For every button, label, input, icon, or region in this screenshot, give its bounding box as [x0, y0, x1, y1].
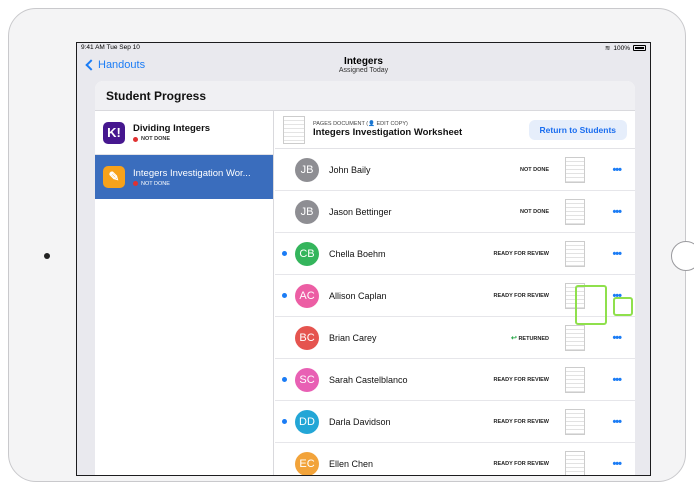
student-status: READY FOR REVIEW	[493, 376, 549, 383]
sidebar-item-dividing-integers[interactable]: K! Dividing Integers NOT DONE	[95, 111, 273, 155]
page-subtitle: Assigned Today	[338, 67, 389, 74]
home-button[interactable]	[671, 241, 694, 271]
student-name: Brian Carey	[329, 332, 377, 343]
student-row[interactable]: CB Chella Boehm READY FOR REVIEW •••	[275, 233, 635, 275]
student-status: NOT DONE	[519, 166, 549, 173]
avatar: CB	[295, 241, 319, 266]
status-dot-icon	[133, 136, 138, 142]
work-thumbnail[interactable]	[565, 366, 585, 393]
nav-title: Integers Assigned Today	[77, 56, 650, 74]
camera	[44, 253, 50, 259]
avatar: JB	[295, 157, 319, 182]
status-dot-icon	[133, 181, 138, 186]
unread-dot-icon	[282, 377, 287, 382]
sidebar-item-title: Dividing Integers	[133, 123, 211, 134]
student-name: Jason Bettinger	[329, 206, 392, 217]
student-row[interactable]: SC Sarah Castelblanco READY FOR REVIEW •••	[275, 359, 635, 401]
student-status: READY FOR REVIEW	[493, 418, 549, 425]
unread-dot-icon	[282, 251, 287, 256]
avatar: DD	[295, 409, 319, 434]
work-thumbnail[interactable]	[565, 408, 585, 435]
work-thumbnail[interactable]	[565, 198, 585, 225]
ipad-frame: 9:41 AM Tue Sep 10 ≋ 100% Handouts Integ…	[8, 8, 694, 482]
panel-title: Student Progress	[95, 81, 635, 111]
document-header: PAGES DOCUMENT (👤 EDIT COPY) Integers In…	[275, 111, 635, 149]
avatar: JB	[295, 199, 319, 224]
returned-icon: ↩	[511, 334, 517, 342]
more-icon[interactable]: •••	[612, 332, 622, 344]
work-thumbnail[interactable]	[565, 450, 585, 475]
activity-sidebar: K! Dividing Integers NOT DONE ✎ Integers…	[95, 111, 274, 475]
nav-bar: Handouts Integers Assigned Today	[77, 53, 650, 81]
page-title: Integers	[344, 56, 383, 67]
more-icon[interactable]: •••	[612, 248, 622, 260]
screen: 9:41 AM Tue Sep 10 ≋ 100% Handouts Integ…	[76, 42, 651, 476]
sidebar-item-status: NOT DONE	[141, 180, 170, 187]
student-status: READY FOR REVIEW	[493, 292, 549, 299]
student-status: READY FOR REVIEW	[493, 250, 549, 257]
unread-dot-icon	[282, 293, 287, 298]
battery-icon	[633, 45, 646, 51]
status-time: 9:41 AM Tue Sep 10	[81, 44, 140, 51]
student-name: Sarah Castelblanco	[329, 374, 408, 385]
student-row[interactable]: JB Jason Bettinger NOT DONE •••	[275, 191, 635, 233]
student-name: Chella Boehm	[329, 248, 386, 259]
status-bar: 9:41 AM Tue Sep 10 ≋ 100%	[77, 43, 650, 53]
pages-icon: ✎	[103, 166, 125, 188]
avatar: SC	[295, 367, 319, 392]
sidebar-item-status: NOT DONE	[141, 136, 171, 142]
student-status: NOT DONE	[519, 208, 549, 215]
student-progress-panel: Student Progress K! Dividing Integers NO…	[95, 81, 635, 475]
wifi-icon: ≋	[604, 45, 611, 52]
work-thumbnail[interactable]	[565, 156, 585, 183]
work-thumbnail[interactable]	[565, 324, 585, 351]
student-name: John Baily	[329, 164, 371, 175]
more-icon[interactable]: •••	[612, 206, 622, 218]
highlight-thumbnail	[575, 285, 607, 325]
student-row[interactable]: DD Darla Davidson READY FOR REVIEW •••	[275, 401, 635, 443]
return-to-students-button[interactable]: Return to Students	[528, 120, 627, 140]
student-row[interactable]: EC Ellen Chen READY FOR REVIEW •••	[275, 443, 635, 475]
unread-dot-icon	[282, 419, 287, 424]
document-title: Integers Investigation Worksheet	[313, 127, 463, 138]
student-name: Darla Davidson	[329, 416, 391, 427]
more-icon[interactable]: •••	[612, 458, 622, 470]
document-thumbnail[interactable]	[283, 115, 305, 144]
avatar: EC	[295, 451, 319, 475]
student-row[interactable]: JB John Baily NOT DONE •••	[275, 149, 635, 191]
more-icon[interactable]: •••	[612, 164, 622, 176]
avatar: BC	[295, 325, 319, 350]
student-name: Ellen Chen	[329, 458, 374, 469]
sidebar-item-integers-investigation[interactable]: ✎ Integers Investigation Wor... NOT DONE	[95, 155, 273, 199]
kahoot-icon: K!	[103, 121, 125, 144]
work-thumbnail[interactable]	[565, 240, 585, 267]
avatar: AC	[295, 283, 319, 308]
more-icon[interactable]: •••	[612, 416, 622, 428]
student-name: Allison Caplan	[329, 290, 387, 301]
student-status: READY FOR REVIEW	[493, 460, 549, 467]
battery-percent: 100%	[613, 44, 630, 52]
more-icon[interactable]: •••	[612, 374, 622, 386]
student-status: ↩ RETURNED	[511, 334, 549, 342]
sidebar-item-title: Integers Investigation Wor...	[133, 167, 251, 179]
highlight-more-button	[613, 297, 633, 316]
